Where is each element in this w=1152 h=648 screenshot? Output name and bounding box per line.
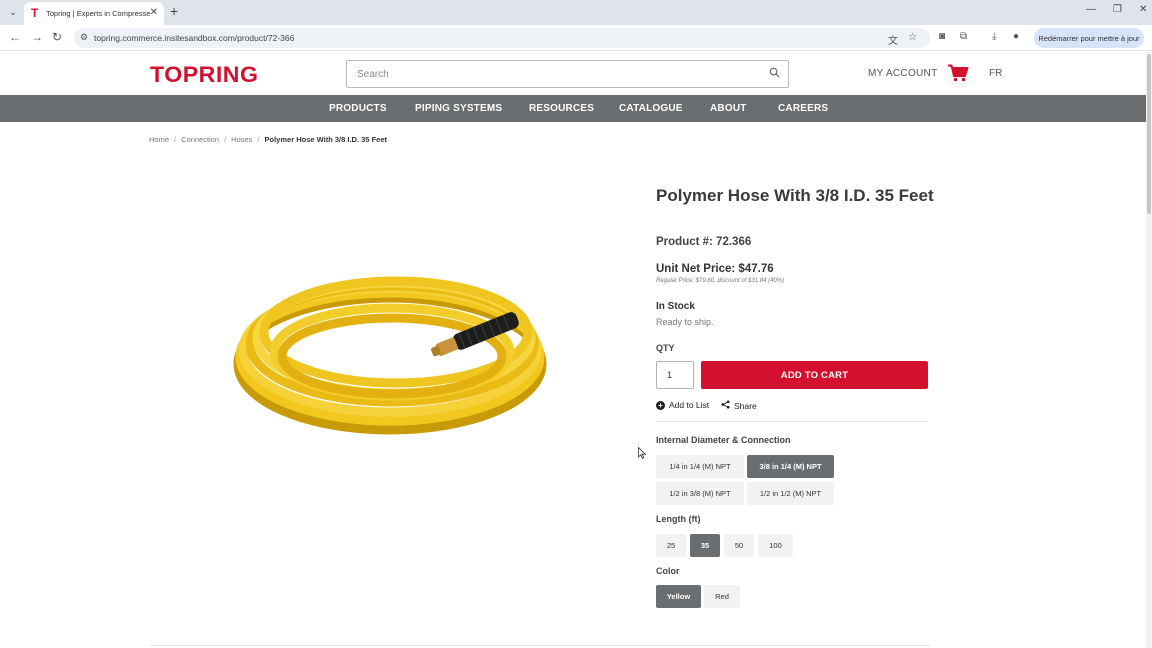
- breadcrumb-home[interactable]: Home: [149, 135, 169, 144]
- language-switch[interactable]: FR: [989, 68, 1002, 79]
- browser-toolbar: ← → ↻ ⚙ topring.commerce.insitesandbox.c…: [0, 25, 1152, 51]
- option-length-25[interactable]: 25: [656, 534, 686, 557]
- url-text: topring.commerce.insitesandbox.com/produ…: [94, 33, 295, 43]
- add-to-list-link[interactable]: + Add to List: [656, 400, 709, 410]
- nav-resources[interactable]: RESOURCES: [529, 103, 594, 114]
- option-diameter-1-2-3-8[interactable]: 1/2 in 3/8 (M) NPT: [656, 482, 744, 505]
- stock-status: In Stock: [656, 301, 695, 312]
- search-box: [346, 60, 789, 88]
- breadcrumb-hoses[interactable]: Hoses: [231, 135, 252, 144]
- nav-about[interactable]: ABOUT: [710, 103, 747, 114]
- nav-catalogue[interactable]: CATALOGUE: [619, 103, 683, 114]
- topring-favicon-icon: T: [31, 6, 39, 20]
- search-icon[interactable]: [769, 67, 780, 81]
- close-window-icon[interactable]: ✕: [1139, 4, 1147, 15]
- option-color-red[interactable]: Red: [704, 585, 740, 608]
- reload-icon[interactable]: ↻: [52, 30, 62, 44]
- plus-circle-icon: +: [656, 400, 665, 410]
- product-image[interactable]: [220, 252, 570, 452]
- scrollbar-thumb[interactable]: [1147, 54, 1151, 214]
- option-length-100[interactable]: 100: [758, 534, 793, 557]
- cart-icon[interactable]: [947, 64, 969, 82]
- breadcrumb: Home / Connection / Hoses / Polymer Hose…: [149, 135, 387, 144]
- option-diameter-1-2-1-2[interactable]: 1/2 in 1/2 (M) NPT: [747, 482, 834, 505]
- address-bar[interactable]: ⚙ topring.commerce.insitesandbox.com/pro…: [74, 28, 930, 48]
- bookmark-star-icon[interactable]: ☆: [908, 32, 917, 43]
- nav-piping-systems[interactable]: PIPING SYSTEMS: [415, 103, 502, 114]
- restore-icon[interactable]: ❐: [1113, 4, 1122, 15]
- breadcrumb-current: Polymer Hose With 3/8 I.D. 35 Feet: [264, 135, 387, 144]
- option-length-50[interactable]: 50: [724, 534, 754, 557]
- option-length-35[interactable]: 35: [690, 534, 720, 557]
- site-info-icon[interactable]: ⚙: [80, 32, 88, 43]
- tab-title: Topring | Experts in Compresse: [46, 9, 151, 18]
- translate-icon[interactable]: 文: [888, 32, 898, 47]
- regular-price: Regular Price: $79.60, discount of $31.8…: [656, 278, 785, 284]
- add-to-cart-button[interactable]: ADD TO CART: [701, 361, 928, 389]
- site-header: TOPRING MY ACCOUNT FR: [0, 52, 1152, 95]
- extensions-icon[interactable]: ⧉: [960, 31, 967, 42]
- breadcrumb-separator: /: [257, 135, 260, 144]
- share-icon: [721, 400, 730, 411]
- nav-products[interactable]: PRODUCTS: [329, 103, 387, 114]
- tab-search-icon[interactable]: ⌄: [4, 3, 22, 21]
- minimize-icon[interactable]: —: [1086, 4, 1096, 15]
- mouse-cursor-icon: [638, 446, 647, 459]
- quantity-input[interactable]: [656, 361, 694, 389]
- length-label: Length (ft): [656, 514, 701, 524]
- option-diameter-3-8[interactable]: 3/8 in 1/4 (M) NPT: [747, 455, 834, 478]
- product-number: Product #: 72.366: [656, 236, 752, 248]
- diameter-label: Internal Diameter & Connection: [656, 435, 791, 445]
- product-title: Polymer Hose With 3/8 I.D. 35 Feet: [656, 186, 934, 205]
- nav-careers[interactable]: CAREERS: [778, 103, 828, 114]
- share-link[interactable]: Share: [721, 400, 757, 411]
- topring-logo[interactable]: TOPRING: [150, 62, 258, 88]
- camera-icon[interactable]: ◙: [939, 31, 945, 42]
- back-icon[interactable]: ←: [9, 30, 21, 44]
- main-navigation: PRODUCTS PIPING SYSTEMS RESOURCES CATALO…: [0, 95, 1152, 122]
- browser-tab-bar: ⌄ T Topring | Experts in Compresse ✕ + —…: [0, 0, 1152, 25]
- close-tab-icon[interactable]: ✕: [150, 7, 158, 18]
- option-color-yellow[interactable]: Yellow: [656, 585, 701, 608]
- breadcrumb-connection[interactable]: Connection: [181, 135, 219, 144]
- profile-icon[interactable]: ●: [1013, 31, 1019, 42]
- breadcrumb-separator: /: [174, 135, 177, 144]
- section-divider: [150, 645, 930, 646]
- search-input[interactable]: [357, 61, 757, 87]
- ready-to-ship: Ready to ship.: [656, 317, 714, 327]
- browser-tab[interactable]: T Topring | Experts in Compresse ✕: [24, 2, 164, 25]
- forward-icon[interactable]: →: [31, 30, 43, 44]
- qty-label: QTY: [656, 343, 675, 353]
- add-to-list-label: Add to List: [669, 400, 710, 410]
- breadcrumb-separator: /: [224, 135, 227, 144]
- download-icon[interactable]: ⤓: [992, 31, 996, 42]
- new-tab-icon[interactable]: +: [170, 3, 178, 19]
- option-diameter-1-4[interactable]: 1/4 in 1/4 (M) NPT: [656, 455, 744, 478]
- divider: [656, 421, 928, 422]
- share-label: Share: [734, 400, 757, 411]
- relaunch-button[interactable]: Redémarrer pour mettre à jour: [1034, 28, 1144, 48]
- color-label: Color: [656, 566, 680, 576]
- page-scrollbar[interactable]: [1146, 52, 1152, 648]
- my-account-link[interactable]: MY ACCOUNT: [868, 68, 938, 79]
- unit-net-price: Unit Net Price: $47.76: [656, 263, 774, 275]
